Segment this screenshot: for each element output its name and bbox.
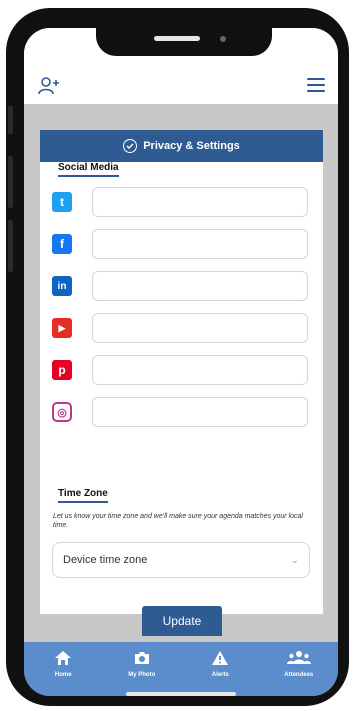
volume-down-button (8, 220, 13, 272)
nav-home[interactable]: Home (28, 650, 98, 678)
time-zone-title: Time Zone (58, 488, 108, 503)
front-camera (220, 36, 226, 42)
linkedin-input[interactable] (92, 271, 308, 301)
nav-my-photo-label: My Photo (128, 672, 156, 678)
nav-alerts[interactable]: Alerts (185, 650, 255, 678)
chevron-down-icon: ⌄ (290, 554, 299, 566)
add-user-icon[interactable] (38, 76, 60, 96)
menu-icon[interactable] (306, 76, 326, 94)
facebook-icon: f (52, 234, 72, 254)
speaker-grille (154, 36, 200, 41)
instagram-icon: ◎ (52, 402, 72, 422)
social-row-instagram: ◎ (52, 395, 314, 429)
card-title: Privacy & Settings (143, 140, 240, 152)
nav-home-label: Home (54, 672, 72, 678)
social-media-title: Social Media (58, 162, 119, 177)
nav-my-photo[interactable]: My Photo (107, 650, 177, 678)
pinterest-icon: p (52, 360, 72, 380)
instagram-input[interactable] (92, 397, 308, 427)
alert-icon (212, 651, 229, 665)
linkedin-icon: in (52, 276, 72, 296)
bottom-nav: Home My Photo Alerts Attendees (24, 642, 338, 696)
youtube-icon: ▶ (52, 318, 72, 338)
youtube-input[interactable] (92, 313, 308, 343)
nav-attendees-label: Attendees (284, 672, 314, 678)
social-row-linkedin: in (52, 269, 314, 303)
nav-alerts-label: Alerts (211, 672, 229, 678)
attendees-icon (286, 651, 311, 664)
time-zone-help-text: Let us know your time zone and we'll mak… (53, 513, 303, 529)
facebook-input[interactable] (92, 229, 308, 259)
twitter-input[interactable] (92, 187, 308, 217)
screen: Privacy & Settings Social Media t f in ▶… (24, 28, 338, 696)
check-circle-icon (123, 139, 138, 153)
time-zone-selected-value: Device time zone (63, 554, 148, 566)
camera-icon (134, 652, 149, 664)
social-row-pinterest: p (52, 353, 314, 387)
social-row-facebook: f (52, 227, 314, 261)
mute-switch (8, 106, 13, 134)
settings-card: Privacy & Settings Social Media t f in ▶… (40, 130, 323, 636)
social-row-twitter: t (52, 185, 314, 219)
home-icon (55, 651, 72, 665)
social-row-youtube: ▶ (52, 311, 314, 345)
volume-up-button (8, 156, 13, 208)
update-button[interactable]: Update (142, 606, 222, 636)
nav-attendees[interactable]: Attendees (264, 650, 334, 678)
card-header: Privacy & Settings (40, 130, 323, 162)
twitter-icon: t (52, 192, 72, 212)
notch (96, 28, 272, 56)
pinterest-input[interactable] (92, 355, 308, 385)
home-indicator (126, 692, 236, 696)
time-zone-select[interactable]: Device time zone ⌄ (52, 542, 310, 578)
